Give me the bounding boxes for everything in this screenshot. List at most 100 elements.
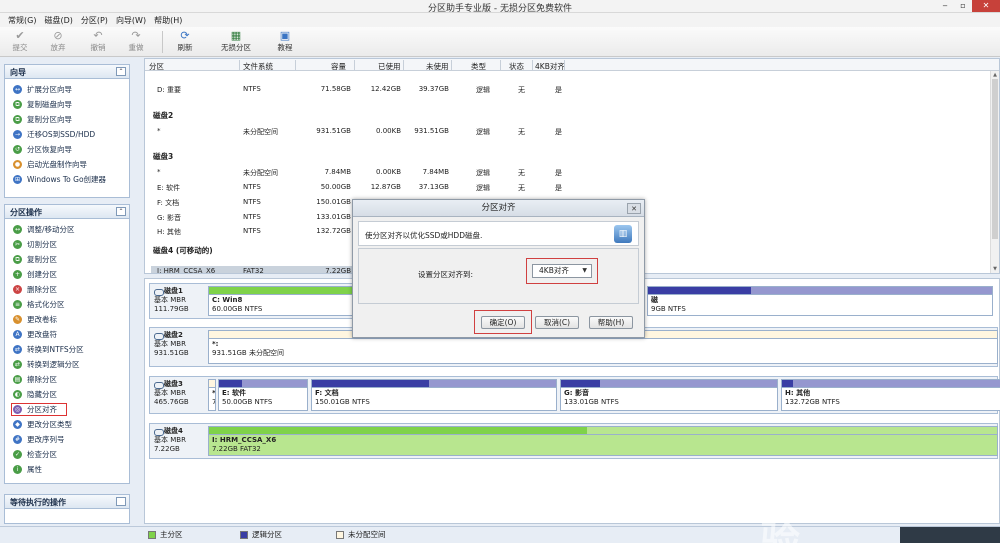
wizard-item-boot-disc[interactable]: ● 启动光盘制作向导 bbox=[5, 157, 129, 172]
op-label: 更改卷标 bbox=[27, 315, 57, 324]
table-cell: NTFS bbox=[243, 198, 261, 206]
collapse-icon[interactable] bbox=[116, 497, 126, 506]
minimize-button[interactable]: ‒ bbox=[936, 0, 954, 12]
lossless-partition-button[interactable]: ▦ 无损分区 bbox=[216, 29, 256, 55]
usage-fill bbox=[312, 380, 430, 387]
disk-header-row[interactable]: 磁盘4 (可移动的) bbox=[153, 245, 213, 256]
col-separator bbox=[239, 60, 240, 70]
menu-partition[interactable]: 分区(P) bbox=[77, 13, 112, 27]
menu-help[interactable]: 帮助(H) bbox=[150, 13, 186, 27]
cancel-button[interactable]: 取消(C) bbox=[535, 316, 579, 329]
undo-button[interactable]: ↶ 撤销 bbox=[86, 29, 110, 55]
wizard-item-recover[interactable]: ↺ 分区恢复向导 bbox=[5, 142, 129, 157]
tutorial-label: 教程 bbox=[277, 43, 293, 52]
wizard-item-label: 迁移OS到SSD/HDD bbox=[27, 130, 96, 139]
op-format[interactable]: ≡ 格式化分区 bbox=[5, 297, 129, 312]
op-create[interactable]: + 创建分区 bbox=[5, 267, 129, 282]
disk-partition[interactable]: I: HRM_CCSA_X6 7.22GB FAT32 bbox=[208, 426, 998, 456]
disk-partition[interactable]: G: 影音 133.01GB NTFS bbox=[560, 379, 778, 411]
disk-partition[interactable]: *7 bbox=[208, 379, 216, 411]
op-copy[interactable]: ⧉ 复制分区 bbox=[5, 252, 129, 267]
col-free[interactable]: 未使用 bbox=[426, 61, 449, 72]
copy-partition-icon: ⧉ bbox=[13, 115, 22, 124]
tutorial-icon: ▣ bbox=[279, 29, 291, 42]
help-button[interactable]: 帮助(H) bbox=[589, 316, 633, 329]
partition-sub: 133.01GB NTFS bbox=[564, 398, 619, 406]
op-align[interactable]: ◎ 分区对齐 bbox=[5, 402, 129, 417]
wizard-item-windows-to-go[interactable]: ⊞ Windows To Go创建器 bbox=[5, 172, 129, 187]
col-used[interactable]: 已使用 bbox=[378, 61, 401, 72]
maximize-button[interactable]: ▫ bbox=[954, 0, 972, 12]
op-serial[interactable]: # 更改序列号 bbox=[5, 432, 129, 447]
disk-header-row[interactable]: 磁盘2 bbox=[153, 110, 173, 121]
op-label: 擦除分区 bbox=[27, 375, 57, 384]
wizard-item-expand[interactable]: ↔ 扩展分区向导 bbox=[5, 82, 129, 97]
table-cell: 无 bbox=[518, 184, 525, 192]
op-delete[interactable]: × 删除分区 bbox=[5, 282, 129, 297]
commit-button[interactable]: ✔ 提交 bbox=[8, 29, 32, 55]
disk-card[interactable]: 磁盘3基本 MBR465.76GB*7E: 软件50.00GB NTFSF: 文… bbox=[149, 376, 1000, 414]
collapse-icon[interactable]: ⌃ bbox=[116, 67, 126, 76]
op-drive-letter[interactable]: A 更改盘符 bbox=[5, 327, 129, 342]
discard-button[interactable]: ⊘ 放弃 bbox=[46, 29, 70, 55]
op-convert-ntfs[interactable]: ⇄ 转换到NTFS分区 bbox=[5, 342, 129, 357]
dialog-title-bar: 分区对齐 ✕ bbox=[353, 200, 644, 217]
wizard-item-migrate[interactable]: → 迁移OS到SSD/HDD bbox=[5, 127, 129, 142]
col-4k-align[interactable]: 4KB对齐 bbox=[535, 61, 565, 72]
table-row[interactable]: * 未分配空间 7.84MB 0.00KB 7.84MB 逻辑 无 是 bbox=[145, 164, 995, 179]
op-change-type[interactable]: ◆ 更改分区类型 bbox=[5, 417, 129, 432]
dialog-title: 分区对齐 bbox=[481, 203, 516, 213]
align-select[interactable]: 4KB对齐 ▼ bbox=[532, 264, 592, 278]
op-check[interactable]: ✓ 检查分区 bbox=[5, 447, 129, 462]
disk-partition[interactable]: H: 其他 132.72GB NTFS bbox=[781, 379, 1000, 411]
op-properties[interactable]: i 属性 bbox=[5, 462, 129, 477]
taskbar-strip bbox=[900, 527, 1000, 543]
collapse-icon[interactable]: ⌃ bbox=[116, 207, 126, 216]
ops-list: ↔ 调整/移动分区 ✂ 切割分区 ⧉ 复制分区 + 创建分区 × 删除分区 ≡ 格式化分区 … bbox=[5, 219, 129, 477]
redo-button[interactable]: ↷ 重做 bbox=[124, 29, 148, 55]
disk-partition[interactable]: E: 软件 50.00GB NTFS bbox=[218, 379, 308, 411]
table-row[interactable]: E: 软件 NTFS 50.00GB 12.87GB 37.13GB 逻辑 无 是 bbox=[145, 179, 995, 194]
col-type[interactable]: 类型 bbox=[471, 61, 486, 72]
menu-general[interactable]: 常规(G) bbox=[4, 13, 40, 27]
convert-ntfs-icon: ⇄ bbox=[13, 345, 22, 354]
copy-disk-icon: ⧉ bbox=[13, 100, 22, 109]
close-button[interactable]: ✕ bbox=[972, 0, 1000, 12]
disk-partition[interactable]: F: 文档 150.01GB NTFS bbox=[311, 379, 557, 411]
scroll-up-icon[interactable]: ▲ bbox=[991, 71, 999, 79]
col-filesystem[interactable]: 文件系统 bbox=[243, 61, 273, 72]
disk-header-row[interactable]: 磁盘3 bbox=[153, 151, 173, 162]
menu-disk[interactable]: 磁盘(D) bbox=[40, 13, 76, 27]
col-partition[interactable]: 分区 bbox=[149, 61, 164, 72]
undo-label: 撤销 bbox=[90, 43, 106, 52]
op-split[interactable]: ✂ 切割分区 bbox=[5, 237, 129, 252]
scroll-thumb[interactable] bbox=[992, 79, 998, 239]
col-status[interactable]: 状态 bbox=[509, 61, 524, 72]
usage-bar bbox=[561, 380, 777, 388]
disk1-tail-partition[interactable]: 磁 9GB NTFS bbox=[647, 286, 993, 316]
op-label-change[interactable]: ✎ 更改卷标 bbox=[5, 312, 129, 327]
op-convert-logical[interactable]: ⇄ 转换到逻辑分区 bbox=[5, 357, 129, 372]
delete-icon: × bbox=[13, 285, 22, 294]
tutorial-button[interactable]: ▣ 教程 bbox=[272, 29, 298, 55]
op-wipe[interactable]: ▤ 擦除分区 bbox=[5, 372, 129, 387]
table-scrollbar[interactable]: ▲ ▼ bbox=[990, 71, 999, 273]
partition-label: G: 影音 bbox=[564, 389, 589, 397]
refresh-button[interactable]: ⟳ 刷新 bbox=[172, 29, 198, 55]
wizard-item-copy-partition[interactable]: ⧉ 复制分区向导 bbox=[5, 112, 129, 127]
ok-button[interactable]: 确定(O) bbox=[481, 316, 525, 329]
menu-wizard[interactable]: 向导(W) bbox=[112, 13, 150, 27]
table-row[interactable]: * 未分配空间 931.51GB 0.00KB 931.51GB 逻辑 无 是 bbox=[145, 123, 995, 138]
col-capacity[interactable]: 容量 bbox=[331, 61, 346, 72]
wizard-item-copy-disk[interactable]: ⧉ 复制磁盘向导 bbox=[5, 97, 129, 112]
op-resize[interactable]: ↔ 调整/移动分区 bbox=[5, 222, 129, 237]
table-row[interactable]: D: 重要 NTFS 71.58GB 12.42GB 39.37GB 逻辑 无 是 bbox=[145, 81, 995, 96]
disk-info: 磁盘1 基本 MBR 111.79GB bbox=[150, 284, 204, 318]
disk-card[interactable]: 磁盘4 基本 MBR 7.22GB I: HRM_CCSA_X6 7.22GB FAT3… bbox=[149, 423, 998, 459]
usage-bar bbox=[209, 427, 997, 435]
dialog-close-icon[interactable]: ✕ bbox=[627, 203, 641, 214]
op-hide[interactable]: ◐ 隐藏分区 bbox=[5, 387, 129, 402]
disk-name: 磁盘3 bbox=[154, 380, 204, 389]
scroll-down-icon[interactable]: ▼ bbox=[991, 265, 999, 273]
drive-letter-icon: A bbox=[13, 330, 22, 339]
